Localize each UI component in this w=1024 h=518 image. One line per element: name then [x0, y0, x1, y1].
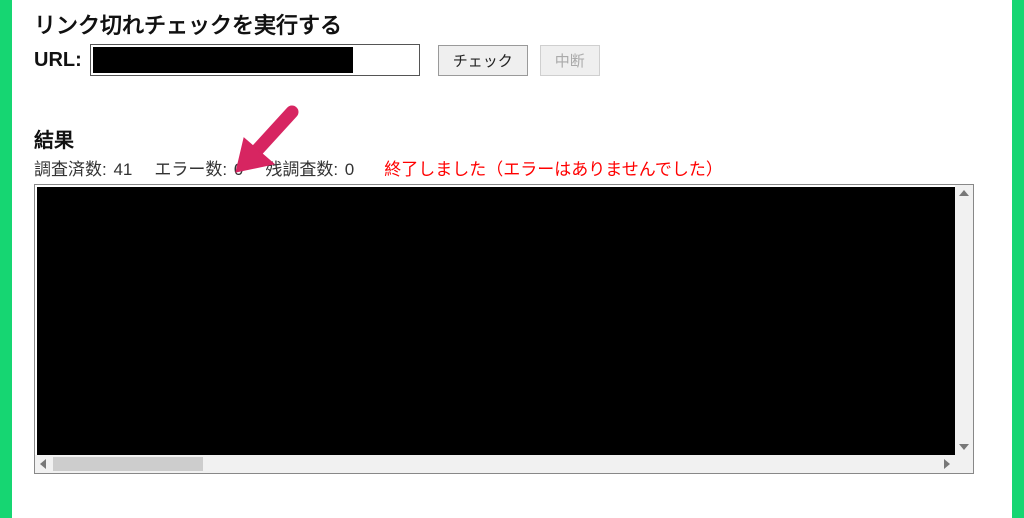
check-button[interactable]: チェック — [438, 45, 528, 76]
scroll-up-icon[interactable] — [959, 190, 969, 196]
abort-button: 中断 — [540, 45, 600, 76]
horizontal-scrollbar[interactable] — [35, 455, 955, 473]
page-title: リンク切れチェックを実行する — [34, 8, 990, 40]
url-input[interactable] — [90, 44, 420, 76]
stat-error: エラー数: 0 — [154, 155, 243, 180]
vertical-scrollbar[interactable] — [955, 185, 973, 455]
result-output-area — [34, 184, 974, 474]
stat-checked-value: 41 — [113, 160, 132, 179]
scrollbar-corner — [955, 455, 973, 473]
url-redacted-block — [93, 47, 353, 73]
stat-remaining: 残調査数: 0 — [265, 155, 354, 180]
stats-row: 調査済数: 41 エラー数: 0 残調査数: 0 終了しました（エラーはありませ… — [34, 155, 990, 180]
url-row: URL: チェック 中断 — [34, 44, 990, 76]
scroll-right-icon[interactable] — [944, 459, 950, 469]
stat-remaining-label: 残調査数: — [265, 160, 338, 179]
status-message: 終了しました（エラーはありませんでした） — [384, 155, 723, 180]
stat-remaining-value: 0 — [345, 160, 354, 179]
stat-checked: 調査済数: 41 — [34, 155, 132, 180]
result-output-inner — [37, 187, 955, 455]
scroll-left-icon[interactable] — [40, 459, 46, 469]
scroll-down-icon[interactable] — [959, 444, 969, 450]
stat-error-value: 0 — [234, 160, 243, 179]
result-heading: 結果 — [34, 124, 990, 153]
url-label: URL: — [34, 49, 82, 72]
horizontal-scrollbar-thumb[interactable] — [53, 457, 203, 471]
stat-checked-label: 調査済数: — [34, 160, 107, 179]
stat-error-label: エラー数: — [154, 160, 227, 179]
